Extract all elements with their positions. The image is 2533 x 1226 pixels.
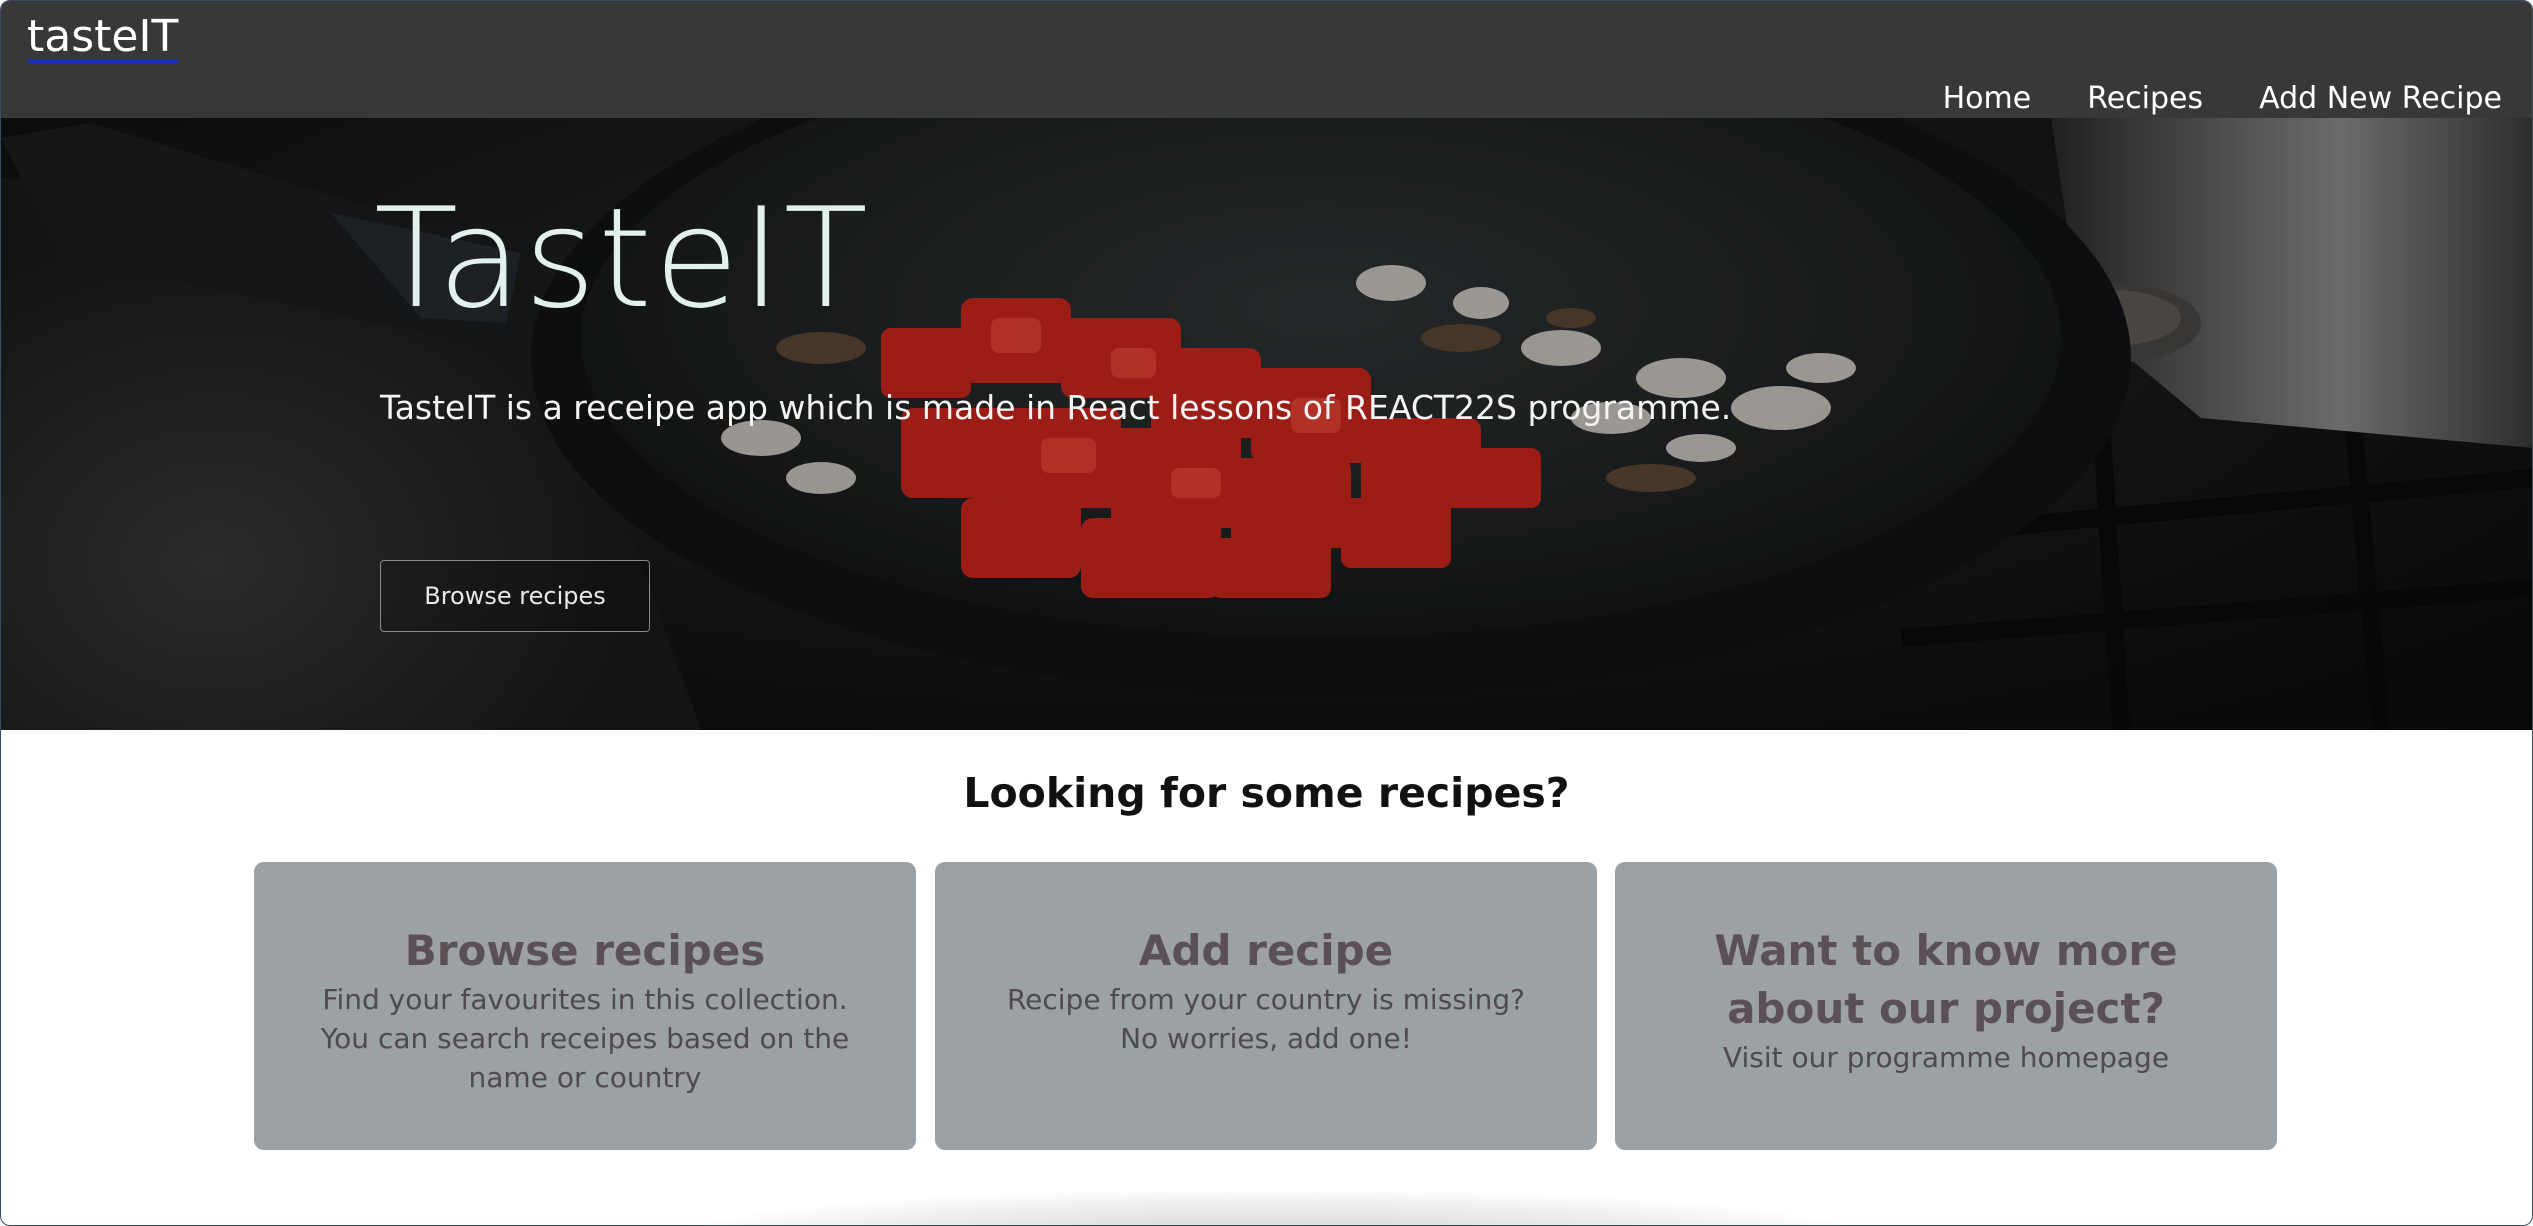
card-title: Browse recipes (404, 926, 766, 975)
nav-recipes[interactable]: Recipes (2087, 81, 2203, 116)
browser-viewport: tasteIT Home Recipes Add New Recipe Tast… (0, 0, 2533, 1226)
card-title: Add recipe (1138, 926, 1394, 975)
hero-banner: TasteIT TasteIT is a receipe app which i… (1, 118, 2532, 730)
nav-add-new-recipe[interactable]: Add New Recipe (2259, 81, 2502, 116)
brand-logo-link[interactable]: tasteIT (27, 11, 178, 62)
main-nav: Home Recipes Add New Recipe (1943, 81, 2502, 116)
card-about-project[interactable]: Want to know more about our project? Vis… (1615, 862, 2277, 1150)
hero-subtitle: TasteIT is a receipe app which is made i… (380, 388, 1732, 427)
card-add-recipe[interactable]: Add recipe Recipe from your country is m… (935, 862, 1597, 1150)
browse-recipes-button[interactable]: Browse recipes (380, 560, 650, 632)
card-text: Find your favourites in this collection.… (320, 983, 850, 1094)
section-title: Looking for some recipes? (963, 769, 1570, 817)
card-text: Recipe from your country is missing? No … (1006, 983, 1526, 1055)
nav-home[interactable]: Home (1943, 81, 2032, 116)
footer-shadow (691, 1191, 1851, 1225)
card-text: Visit our programme homepage (1722, 1041, 2170, 1074)
top-navbar: tasteIT Home Recipes Add New Recipe (1, 1, 2532, 118)
card-title: Want to know more about our project? (1714, 926, 2178, 1033)
card-browse-recipes[interactable]: Browse recipes Find your favourites in t… (254, 862, 916, 1150)
hero-title: TasteIT (374, 178, 870, 339)
